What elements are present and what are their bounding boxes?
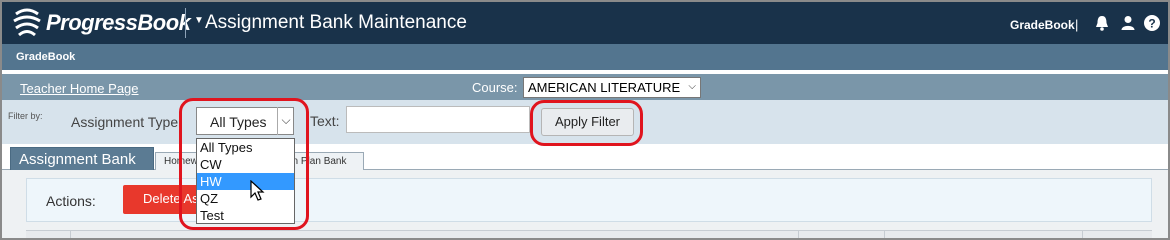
course-select-value: AMERICAN LITERATURE: [528, 80, 681, 95]
brand-divider: [185, 8, 186, 38]
actions-panel: Actions: Delete As: [26, 178, 1152, 222]
content-area: Actions: Delete As: [2, 170, 1168, 238]
user-icon[interactable]: [1119, 14, 1137, 32]
dropdown-option[interactable]: Test: [197, 207, 294, 224]
top-header: ProgressBook ▼ Assignment Bank Maintenan…: [2, 2, 1168, 44]
bell-icon[interactable]: [1093, 14, 1111, 32]
text-filter-input[interactable]: [346, 106, 530, 133]
app-title[interactable]: Assignment Bank Maintenance: [205, 12, 467, 34]
gradebook-subbar: GradeBook: [2, 44, 1168, 70]
gradebook-link[interactable]: GradeBook: [1010, 18, 1075, 32]
grid-column-divider: [798, 231, 799, 238]
actions-label: Actions:: [46, 193, 96, 209]
dropdown-option-hovered[interactable]: HW: [197, 173, 294, 190]
course-select[interactable]: AMERICAN LITERATURE ⌵: [523, 77, 701, 98]
apply-filter-button[interactable]: Apply Filter: [541, 108, 634, 136]
filter-by-label: Filter by:: [8, 111, 43, 121]
teacher-home-link[interactable]: Teacher Home Page: [20, 81, 139, 96]
course-label: Course:: [472, 80, 518, 95]
header-separator: |: [1075, 17, 1079, 32]
chevron-down-icon: ⌵: [688, 81, 696, 92]
mouse-pointer-icon: [250, 180, 265, 201]
tab-strip: Assignment Bank Homew on Plan Bank: [2, 144, 1168, 171]
svg-text:?: ?: [1148, 17, 1155, 31]
subbar-title: GradeBook: [16, 51, 76, 63]
app-window: ProgressBook ▼ Assignment Bank Maintenan…: [0, 0, 1170, 240]
chevron-down-icon[interactable]: ⌵: [277, 107, 294, 135]
assignment-type-value: All Types: [210, 114, 267, 130]
dropdown-option[interactable]: CW: [197, 156, 294, 173]
tab-assignment-bank[interactable]: Assignment Bank: [10, 147, 154, 171]
assignment-type-dropdown-list[interactable]: All Types CW HW QZ Test: [196, 138, 295, 224]
dropdown-option[interactable]: QZ: [197, 190, 294, 207]
help-icon[interactable]: ?: [1143, 14, 1161, 32]
progressbook-logo-icon: [13, 8, 41, 37]
grid-column-divider: [70, 231, 71, 238]
course-nav-row: Teacher Home Page Course: AMERICAN LITER…: [2, 74, 1168, 100]
grid-column-divider: [884, 231, 885, 238]
app-menu-caret-icon[interactable]: ▼: [194, 15, 204, 26]
assignment-grid-header: [26, 230, 1152, 238]
brand-name[interactable]: ProgressBook: [46, 10, 191, 36]
filter-row: Filter by: Assignment Type: All Types ⌵ …: [2, 100, 1168, 144]
assignment-type-label: Assignment Type:: [71, 114, 183, 130]
grid-column-divider: [1082, 231, 1083, 238]
dropdown-option[interactable]: All Types: [197, 139, 294, 156]
text-filter-label: Text:: [310, 113, 340, 129]
